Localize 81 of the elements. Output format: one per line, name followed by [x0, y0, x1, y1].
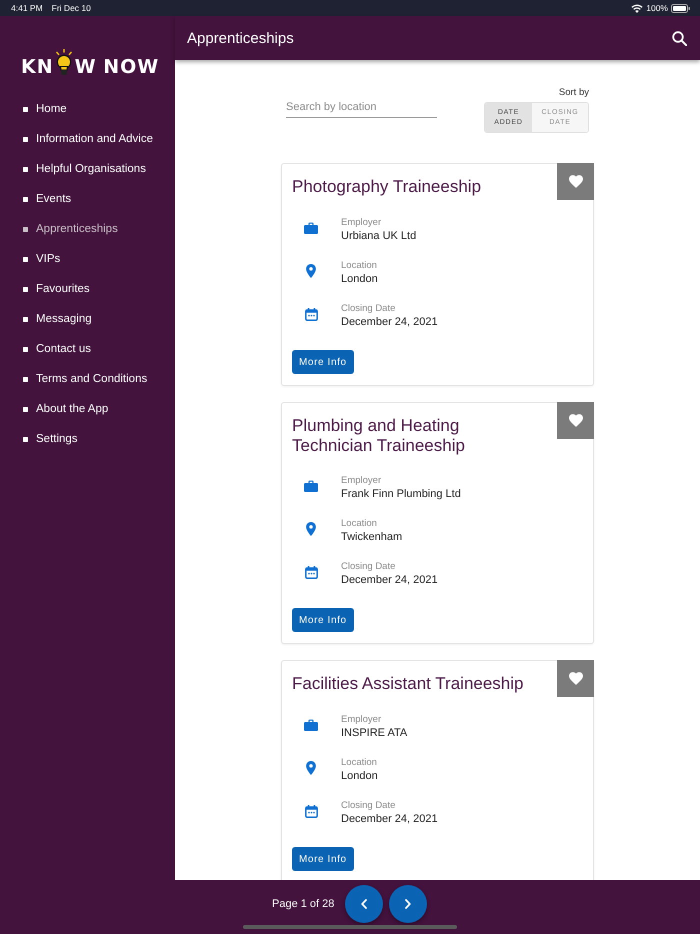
nav-link[interactable]: Messaging — [23, 311, 92, 327]
page-title: Apprenticeships — [187, 30, 294, 46]
nav-link[interactable]: About the App — [23, 401, 108, 417]
logo-text: KN — [21, 57, 54, 77]
bullet-icon — [23, 406, 28, 412]
field-value: Twickenham — [341, 530, 402, 545]
field-value: Urbiana UK Ltd — [341, 229, 416, 244]
field-label: Employer — [341, 217, 382, 229]
field-value: Frank Finn Plumbing Ltd — [341, 487, 461, 502]
more-info-button[interactable]: More Info — [292, 847, 354, 871]
more-info-button[interactable]: More Info — [292, 608, 354, 632]
bullet-icon — [23, 136, 28, 142]
field-value: London — [341, 272, 378, 287]
field-label: Employer — [341, 714, 382, 726]
more-info-button[interactable]: More Info — [292, 350, 354, 374]
battery-percentage: 100% — [646, 3, 668, 13]
wifi-icon — [631, 4, 644, 12]
job-title: Plumbing and Heating Technician Traineeship — [292, 416, 466, 455]
field-value: December 24, 2021 — [341, 812, 438, 827]
bullet-icon — [23, 316, 28, 322]
bullet-icon — [23, 226, 28, 232]
heart-icon — [568, 672, 582, 685]
favourite-button[interactable] — [557, 660, 594, 697]
status-date: Fri Dec 10 — [52, 3, 91, 13]
field-label: Closing Date — [341, 303, 396, 315]
nav-link[interactable]: Information and Advice — [23, 131, 153, 147]
logo-text: W NOW — [74, 57, 160, 77]
bullet-icon — [23, 346, 28, 352]
nav-link[interactable]: Home — [23, 101, 67, 117]
battery-icon — [671, 4, 690, 12]
bullet-icon — [23, 196, 28, 202]
field-value: December 24, 2021 — [341, 573, 438, 588]
nav-link[interactable]: Apprenticeships — [23, 221, 118, 237]
location-pin-icon — [306, 522, 316, 536]
search-icon — [672, 30, 687, 46]
previous-page-button[interactable] — [345, 885, 384, 923]
nav-link[interactable]: Contact us — [23, 341, 91, 357]
bullet-icon — [23, 166, 28, 172]
field-label: Location — [341, 757, 378, 769]
calendar-icon — [304, 804, 318, 818]
search-field[interactable]: Search by location — [286, 97, 437, 118]
calendar-icon — [304, 566, 318, 578]
field-label: Location — [341, 518, 378, 530]
bullet-icon — [23, 256, 28, 262]
field-label: Employer — [341, 475, 382, 487]
bullet-icon — [23, 286, 28, 292]
nav-link[interactable]: VIPs — [23, 251, 60, 267]
heart-icon — [568, 414, 582, 427]
nav-link[interactable]: Terms and Conditions — [23, 371, 148, 387]
status-time: 4:41 PM — [11, 3, 43, 13]
job-title: Photography Traineeship — [292, 177, 482, 196]
job-title: Facilities Assistant Traineeship — [292, 674, 524, 694]
search-button[interactable] — [672, 30, 687, 46]
bullet-icon — [23, 376, 28, 382]
field-label: Closing Date — [341, 561, 396, 573]
favourite-button[interactable] — [557, 163, 594, 200]
briefcase-icon — [304, 222, 318, 234]
field-value: December 24, 2021 — [341, 315, 438, 330]
field-label: Closing Date — [341, 800, 396, 812]
nav-link[interactable]: Events — [23, 191, 72, 207]
field-value: London — [341, 769, 378, 784]
calendar-icon — [304, 308, 318, 320]
lightbulb-icon — [54, 49, 74, 77]
nav-link[interactable]: Favourites — [23, 281, 90, 297]
page-indicator: Page 1 of 28 — [272, 897, 334, 912]
field-value: INSPIRE ATA — [341, 726, 408, 741]
location-pin-icon — [306, 264, 316, 278]
chevron-left-icon — [361, 899, 368, 909]
briefcase-icon — [304, 480, 318, 492]
bullet-icon — [23, 106, 28, 112]
next-page-button[interactable] — [389, 885, 428, 923]
sort-label: Sort by — [558, 87, 589, 99]
briefcase-icon — [304, 719, 318, 731]
location-pin-icon — [306, 761, 316, 775]
favourite-button[interactable] — [557, 402, 594, 439]
nav-link[interactable]: Settings — [23, 431, 78, 447]
nav-link[interactable]: Helpful Organisations — [23, 161, 146, 177]
bullet-icon — [23, 436, 28, 442]
field-label: Location — [341, 260, 378, 272]
chevron-right-icon — [405, 899, 412, 909]
heart-icon — [568, 175, 582, 188]
